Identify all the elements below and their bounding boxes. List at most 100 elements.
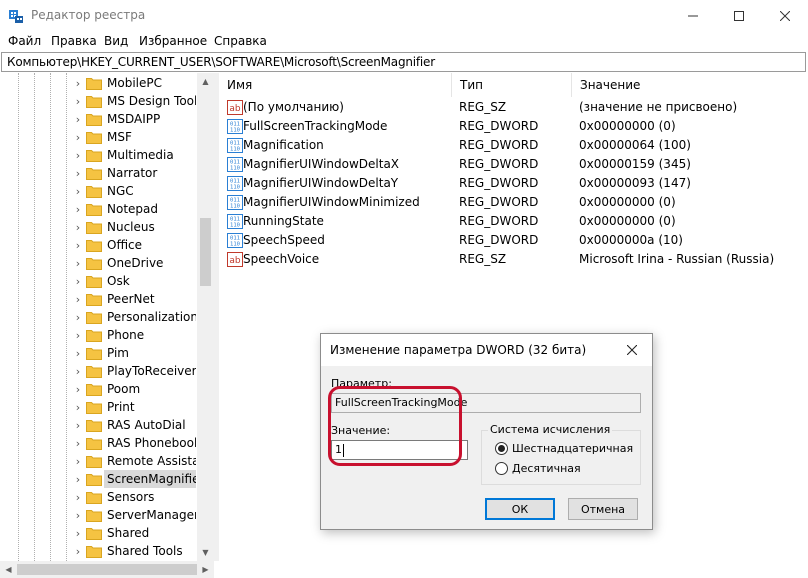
radio-hex-label[interactable]: Шестнадцатеричная: [512, 442, 633, 455]
chevron-right-icon[interactable]: ›: [72, 147, 84, 163]
tree-item[interactable]: › Sensors: [0, 488, 196, 506]
column-header-value[interactable]: Значение: [572, 73, 808, 97]
chevron-right-icon[interactable]: ›: [72, 507, 84, 523]
radio-decimal[interactable]: [495, 462, 508, 475]
tree-item[interactable]: › MSDAIPP: [0, 110, 196, 128]
chevron-right-icon[interactable]: ›: [72, 417, 84, 433]
chevron-right-icon[interactable]: ›: [72, 93, 84, 109]
chevron-right-icon[interactable]: ›: [72, 291, 84, 307]
value-row[interactable]: 011 110 RunningState REG_DWORD 0x00000000 (0…: [219, 212, 808, 231]
value-row[interactable]: ab (По умолчанию) REG_SZ (значение не присв…: [219, 98, 808, 117]
string-value-icon: ab: [227, 100, 243, 115]
radio-decimal-label[interactable]: Десятичная: [512, 462, 581, 475]
value-name: Magnification: [243, 138, 324, 152]
tree-item[interactable]: › RAS AutoDial: [0, 416, 196, 434]
tree-item[interactable]: › Osk: [0, 272, 196, 290]
tree-item[interactable]: › Personalization: [0, 308, 196, 326]
scroll-down-icon[interactable]: ▼: [197, 544, 214, 561]
scroll-right-icon[interactable]: ▶: [197, 561, 214, 578]
tree-item[interactable]: › NGC: [0, 182, 196, 200]
tree-horizontal-scrollbar[interactable]: ◀ ▶: [0, 561, 214, 578]
column-header-type[interactable]: Тип: [452, 73, 572, 97]
key-tree[interactable]: › MobilePC › MS Design Tools › MSDAIPP › MSF › Mu…: [0, 73, 196, 561]
chevron-right-icon[interactable]: ›: [72, 345, 84, 361]
tree-item[interactable]: › PlayToReceiver: [0, 362, 196, 380]
tree-item[interactable]: › Shared Tools: [0, 542, 196, 560]
tree-item[interactable]: › Office: [0, 236, 196, 254]
tree-item[interactable]: › MSF: [0, 128, 196, 146]
chevron-right-icon[interactable]: ›: [72, 237, 84, 253]
chevron-right-icon[interactable]: ›: [72, 165, 84, 181]
chevron-right-icon[interactable]: ›: [72, 435, 84, 451]
chevron-right-icon[interactable]: ›: [72, 201, 84, 217]
tree-item[interactable]: › Narrator: [0, 164, 196, 182]
menu-view[interactable]: Вид: [104, 34, 128, 48]
chevron-right-icon[interactable]: ›: [72, 381, 84, 397]
folder-icon: [86, 240, 102, 252]
scroll-left-icon[interactable]: ◀: [0, 561, 17, 578]
chevron-right-icon[interactable]: ›: [72, 219, 84, 235]
chevron-right-icon[interactable]: ›: [72, 399, 84, 415]
dialog-close-button[interactable]: [621, 340, 643, 360]
value-row[interactable]: 011 110 Magnification REG_DWORD 0x00000064 (…: [219, 136, 808, 155]
tree-scroll-thumb[interactable]: [200, 218, 211, 286]
maximize-button[interactable]: [716, 0, 762, 31]
tree-item[interactable]: › Notepad: [0, 200, 196, 218]
tree-item[interactable]: › Phone: [0, 326, 196, 344]
tree-item[interactable]: › Multimedia: [0, 146, 196, 164]
tree-item[interactable]: › PeerNet: [0, 290, 196, 308]
tree-item[interactable]: › Shared: [0, 524, 196, 542]
tree-item[interactable]: › Print: [0, 398, 196, 416]
radio-hex[interactable]: [495, 442, 508, 455]
menu-file[interactable]: Файл: [8, 34, 41, 48]
menu-edit[interactable]: Правка: [51, 34, 97, 48]
close-button[interactable]: [762, 0, 808, 31]
scroll-up-icon[interactable]: ▲: [197, 73, 214, 90]
tree-item[interactable]: › Poom: [0, 380, 196, 398]
chevron-right-icon[interactable]: ›: [72, 255, 84, 271]
cancel-button[interactable]: Отмена: [568, 498, 638, 520]
value-row[interactable]: 011 110 FullScreenTrackingMode REG_DWORD 0x0…: [219, 117, 808, 136]
chevron-right-icon[interactable]: ›: [72, 183, 84, 199]
tree-item[interactable]: › Nucleus: [0, 218, 196, 236]
value-data-input[interactable]: 1: [331, 440, 468, 460]
address-bar[interactable]: Компьютер\HKEY_CURRENT_USER\SOFTWARE\Mic…: [1, 52, 806, 72]
value-row[interactable]: 011 110 MagnifierUIWindowDeltaX REG_DWORD 0x…: [219, 155, 808, 174]
folder-icon: [86, 114, 102, 126]
tree-item[interactable]: › MS Design Tools: [0, 92, 196, 110]
chevron-right-icon[interactable]: ›: [72, 525, 84, 541]
chevron-right-icon[interactable]: ›: [72, 453, 84, 469]
chevron-right-icon[interactable]: ›: [72, 489, 84, 505]
menu-help[interactable]: Справка: [214, 34, 267, 48]
chevron-right-icon[interactable]: ›: [72, 273, 84, 289]
chevron-right-icon[interactable]: ›: [72, 129, 84, 145]
menu-favorites[interactable]: Избранное: [139, 34, 207, 48]
tree-item[interactable]: › MobilePC: [0, 74, 196, 92]
tree-item[interactable]: › OneDrive: [0, 254, 196, 272]
column-header-name[interactable]: Имя: [219, 73, 452, 97]
minimize-button[interactable]: [670, 0, 716, 31]
tree-item[interactable]: › ServerManager: [0, 506, 196, 524]
tree-item[interactable]: › Remote Assistance: [0, 452, 196, 470]
value-row[interactable]: 011 110 MagnifierUIWindowDeltaY REG_DWORD 0x…: [219, 174, 808, 193]
value-row[interactable]: 011 110 MagnifierUIWindowMinimized REG_DWOR…: [219, 193, 808, 212]
chevron-right-icon[interactable]: ›: [72, 363, 84, 379]
chevron-right-icon[interactable]: ›: [72, 75, 84, 91]
chevron-right-icon[interactable]: ›: [72, 327, 84, 343]
ok-button[interactable]: ОК: [485, 498, 555, 520]
tree-item[interactable]: › ScreenMagnifier: [0, 470, 196, 488]
tree-hscroll-thumb[interactable]: [17, 564, 197, 575]
chevron-right-icon[interactable]: ›: [72, 309, 84, 325]
chevron-right-icon[interactable]: ›: [72, 471, 84, 487]
chevron-right-icon[interactable]: ›: [72, 543, 84, 559]
folder-icon: [86, 528, 102, 540]
tree-vertical-scrollbar[interactable]: ▲ ▼: [197, 73, 214, 561]
value-row[interactable]: ab SpeechVoice REG_SZ Microsoft Irina - Rus…: [219, 250, 808, 269]
svg-text:110: 110: [230, 185, 240, 191]
tree-item-label: Shared Tools: [107, 544, 183, 558]
value-row[interactable]: 011 110 SpeechSpeed REG_DWORD 0x0000000a (10…: [219, 231, 808, 250]
tree-item[interactable]: › Pim: [0, 344, 196, 362]
tree-item[interactable]: › RAS Phonebook: [0, 434, 196, 452]
chevron-right-icon[interactable]: ›: [72, 111, 84, 127]
value-type: REG_DWORD: [459, 157, 539, 171]
